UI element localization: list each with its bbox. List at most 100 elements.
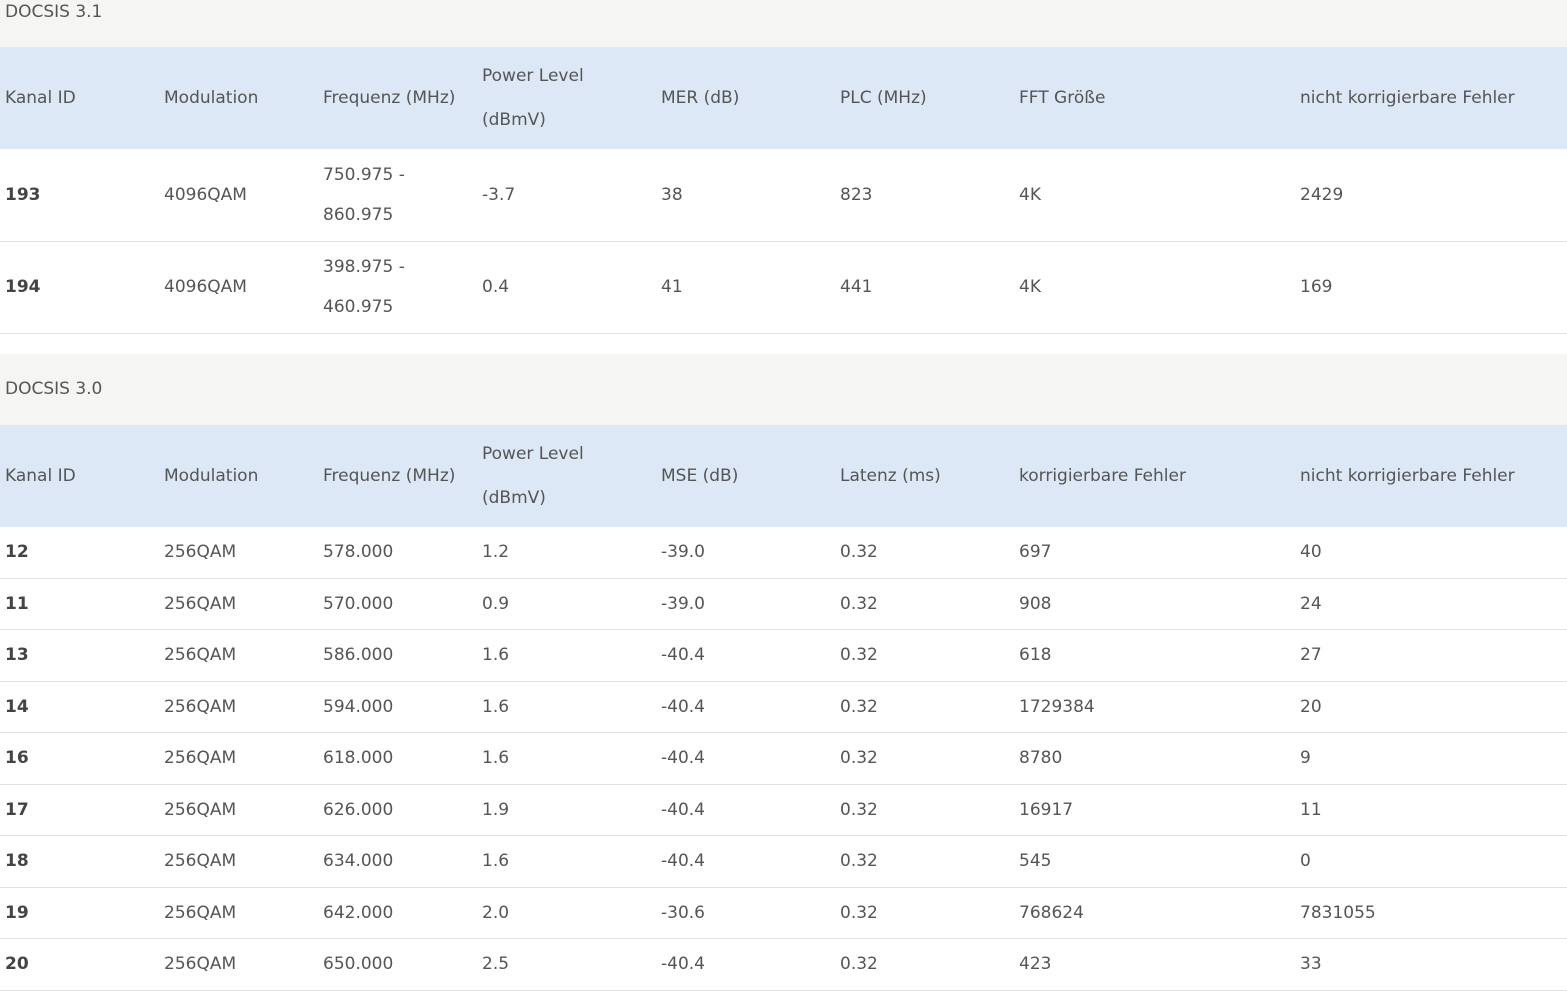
docsis30-table-cell: 0.32	[835, 732, 1014, 785]
docsis30-table: Kanal ID Modulation Frequenz (MHz) Power Le…	[0, 424, 1567, 991]
docsis31-table-cell: 38	[656, 149, 835, 242]
docsis30-table-cell: 2.0	[477, 887, 656, 939]
docsis30-table-cell: 14	[0, 681, 159, 733]
docsis30-table-cell: 0.32	[835, 784, 1014, 836]
docsis30-table-cell: 13	[0, 629, 159, 682]
docsis30-column-header: MSE (dB)	[656, 424, 835, 527]
docsis31-table-row: 193 4096QAM 750.975 -860.975 -3.7 38 823 4K 242…	[0, 149, 1567, 242]
docsis30-table-cell: 423	[1014, 938, 1295, 991]
docsis30-table-row: 14 256QAM 594.000 1.6 -40.4 0.32 1729384 20	[0, 681, 1567, 733]
docsis31-header-row: Kanal ID Modulation Frequenz (MHz) Power Le…	[0, 47, 1567, 149]
docsis30-table-cell: 33	[1295, 938, 1567, 991]
docsis30-table-cell: 768624	[1014, 887, 1295, 939]
docsis30-table-cell: 545	[1014, 835, 1295, 888]
docsis31-column-header: nicht korrigierbare Fehler	[1295, 47, 1567, 149]
docsis30-table-cell: 20	[0, 938, 159, 991]
docsis31-column-header: Kanal ID	[0, 47, 159, 149]
docsis30-table-cell: -39.0	[656, 526, 835, 579]
docsis30-table-cell: 12	[0, 526, 159, 579]
docsis31-table-cell: 4K	[1014, 149, 1295, 242]
docsis30-table-cell: 256QAM	[159, 732, 318, 785]
docsis30-table-cell: 24	[1295, 578, 1567, 630]
docsis30-column-header: Latenz (ms)	[835, 424, 1014, 527]
docsis30-table-cell: -40.4	[656, 681, 835, 733]
docsis30-table-cell: 586.000	[318, 629, 477, 682]
docsis30-table-cell: 27	[1295, 629, 1567, 682]
docsis30-table-cell: -30.6	[656, 887, 835, 939]
docsis30-table-cell: 256QAM	[159, 629, 318, 682]
docsis31-table-cell: 823	[835, 149, 1014, 242]
docsis30-table-cell: 1.6	[477, 681, 656, 733]
docsis31-column-header: PLC (MHz)	[835, 47, 1014, 149]
docsis31-table-cell: 4K	[1014, 241, 1295, 334]
docsis30-table-cell: 0.32	[835, 578, 1014, 630]
docsis31-table-cell: 169	[1295, 241, 1567, 334]
docsis31-table-cell: -3.7	[477, 149, 656, 242]
docsis30-header-row: Kanal ID Modulation Frequenz (MHz) Power Le…	[0, 424, 1567, 527]
docsis30-table-cell: 20	[1295, 681, 1567, 733]
docsis30-table-cell: 8780	[1014, 732, 1295, 785]
docsis30-table-cell: -40.4	[656, 784, 835, 836]
docsis30-table-cell: 17	[0, 784, 159, 836]
docsis30-table-cell: 0.32	[835, 681, 1014, 733]
docsis30-column-header: Modulation	[159, 424, 318, 527]
docsis30-table-row: 19 256QAM 642.000 2.0 -30.6 0.32 768624 7831055	[0, 887, 1567, 939]
docsis30-table-cell: 256QAM	[159, 938, 318, 991]
docsis30-column-header: Kanal ID	[0, 424, 159, 527]
docsis31-table-cell: 193	[0, 149, 159, 242]
docsis30-table-cell: 1729384	[1014, 681, 1295, 733]
docsis30-table-cell: 594.000	[318, 681, 477, 733]
docsis31-table-cell: 4096QAM	[159, 241, 318, 334]
docsis30-table-cell: 2.5	[477, 938, 656, 991]
docsis30-table-cell: 0.32	[835, 938, 1014, 991]
docsis30-table-cell: 11	[0, 578, 159, 630]
docsis30-table-row: 18 256QAM 634.000 1.6 -40.4 0.32 545 0	[0, 835, 1567, 888]
docsis30-table-cell: -40.4	[656, 938, 835, 991]
docsis30-table-row: 12 256QAM 578.000 1.2 -39.0 0.32 697 40	[0, 526, 1567, 579]
docsis30-table-cell: 0	[1295, 835, 1567, 888]
docsis31-table-cell: 441	[835, 241, 1014, 334]
docsis30-column-header: korrigierbare Fehler	[1014, 424, 1295, 527]
docsis30-section-title: DOCSIS 3.0	[0, 353, 1567, 425]
docsis30-table-cell: 0.32	[835, 887, 1014, 939]
docsis30-table-cell: 11	[1295, 784, 1567, 836]
docsis30-column-header: Power Level (dBmV)	[477, 424, 656, 527]
docsis30-table-cell: 16917	[1014, 784, 1295, 836]
docsis31-table-cell: 4096QAM	[159, 149, 318, 242]
docsis30-column-header: nicht korrigierbare Fehler	[1295, 424, 1567, 527]
docsis30-table-cell: -40.4	[656, 629, 835, 682]
docsis31-table-cell: 41	[656, 241, 835, 334]
docsis31-column-header: Power Level (dBmV)	[477, 47, 656, 149]
docsis30-table-cell: 1.6	[477, 629, 656, 682]
docsis30-table-cell: 0.32	[835, 526, 1014, 579]
docsis30-table-row: 20 256QAM 650.000 2.5 -40.4 0.32 423 33	[0, 938, 1567, 991]
docsis30-table-row: 13 256QAM 586.000 1.6 -40.4 0.32 618 27	[0, 629, 1567, 682]
docsis31-column-header: Frequenz (MHz)	[318, 47, 477, 149]
docsis30-table-cell: 1.9	[477, 784, 656, 836]
docsis31-table-cell: 398.975 -460.975	[318, 241, 477, 334]
docsis30-table-cell: 1.6	[477, 835, 656, 888]
docsis31-body: 193 4096QAM 750.975 -860.975 -3.7 38 823 4K 242…	[0, 149, 1567, 334]
docsis30-table-cell: 0.32	[835, 835, 1014, 888]
docsis30-table-cell: 256QAM	[159, 784, 318, 836]
docsis30-table-cell: 908	[1014, 578, 1295, 630]
docsis30-column-header: Frequenz (MHz)	[318, 424, 477, 527]
docsis30-table-cell: 256QAM	[159, 835, 318, 888]
docsis31-table: Kanal ID Modulation Frequenz (MHz) Power Le…	[0, 47, 1567, 334]
docsis30-table-cell: 570.000	[318, 578, 477, 630]
docsis30-table-cell: -39.0	[656, 578, 835, 630]
docsis30-table-cell: 650.000	[318, 938, 477, 991]
docsis30-table-cell: -40.4	[656, 732, 835, 785]
docsis30-table-cell: 256QAM	[159, 526, 318, 579]
docsis30-table-cell: 256QAM	[159, 578, 318, 630]
docsis31-column-header: MER (dB)	[656, 47, 835, 149]
docsis30-body: 12 256QAM 578.000 1.2 -39.0 0.32 697 40 11 256QAM…	[0, 526, 1567, 991]
docsis30-table-cell: -40.4	[656, 835, 835, 888]
docsis30-table-cell: 697	[1014, 526, 1295, 579]
docsis30-table-cell: 626.000	[318, 784, 477, 836]
docsis30-table-cell: 642.000	[318, 887, 477, 939]
docsis30-table-cell: 9	[1295, 732, 1567, 785]
docsis30-table-cell: 256QAM	[159, 887, 318, 939]
docsis31-column-header: FFT Größe	[1014, 47, 1295, 149]
docsis30-table-cell: 18	[0, 835, 159, 888]
